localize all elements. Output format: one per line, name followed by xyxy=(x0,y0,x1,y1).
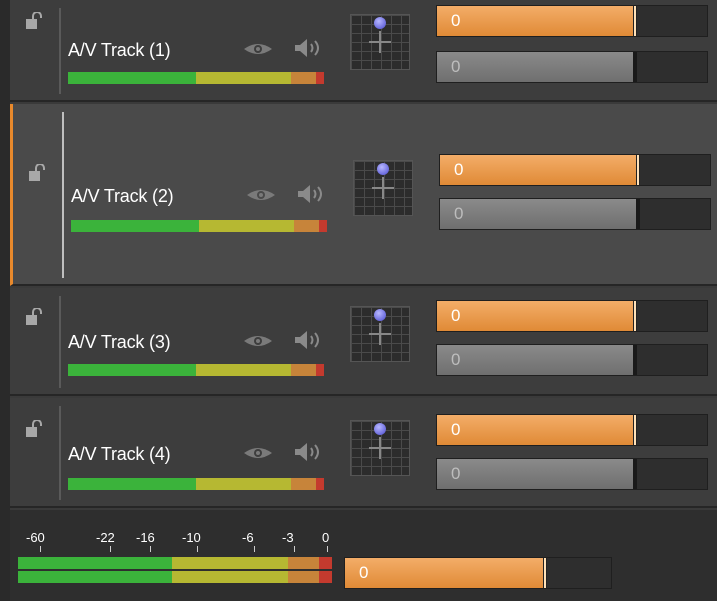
db-scale-label: -10 xyxy=(182,530,201,545)
speaker-icon[interactable] xyxy=(292,441,322,463)
master-level-meter-left xyxy=(18,557,332,569)
opacity-slider[interactable]: 0 xyxy=(436,300,708,332)
eye-icon[interactable] xyxy=(242,445,274,461)
pan-grid-icon[interactable] xyxy=(353,160,413,216)
eye-icon[interactable] xyxy=(245,187,277,203)
db-scale-label: 0 xyxy=(322,530,330,545)
opacity-slider[interactable]: 0 xyxy=(436,414,708,446)
volume-slider[interactable]: 0 xyxy=(436,458,708,490)
divider xyxy=(59,296,61,388)
eye-icon[interactable] xyxy=(242,333,274,349)
volume-value[interactable]: 0 xyxy=(454,204,463,224)
db-scale-label: -6 xyxy=(242,530,254,545)
db-tick xyxy=(150,546,151,552)
audio-level-meter xyxy=(71,220,327,232)
volume-value[interactable]: 0 xyxy=(451,350,460,370)
track-row[interactable]: A/V Track (3) 0 0 xyxy=(10,288,717,396)
track-row[interactable]: A/V Track (4) 0 0 xyxy=(10,398,717,508)
lock-open-icon[interactable] xyxy=(27,164,47,182)
pan-grid-icon[interactable] xyxy=(350,306,410,362)
lock-open-icon[interactable] xyxy=(24,420,44,438)
db-scale-label: -22 xyxy=(96,530,115,545)
volume-slider[interactable]: 0 xyxy=(436,51,708,83)
track-row-selected[interactable]: A/V Track (2) 0 0 xyxy=(10,104,717,286)
speaker-icon[interactable] xyxy=(292,329,322,351)
speaker-icon[interactable] xyxy=(295,183,325,205)
db-scale-label: -3 xyxy=(282,530,294,545)
lock-open-icon[interactable] xyxy=(24,308,44,326)
volume-value[interactable]: 0 xyxy=(451,464,460,484)
speaker-icon[interactable] xyxy=(292,37,322,59)
volume-value[interactable]: 0 xyxy=(451,57,460,77)
track-name[interactable]: A/V Track (3) xyxy=(68,332,171,353)
divider xyxy=(59,406,61,500)
pan-grid-icon[interactable] xyxy=(350,14,410,70)
opacity-value[interactable]: 0 xyxy=(451,306,460,326)
db-tick xyxy=(40,546,41,552)
master-volume-value[interactable]: 0 xyxy=(359,563,368,583)
opacity-value[interactable]: 0 xyxy=(454,160,463,180)
master-level-meter-right xyxy=(18,571,332,583)
opacity-value[interactable]: 0 xyxy=(451,11,460,31)
track-name[interactable]: A/V Track (1) xyxy=(68,40,171,61)
divider xyxy=(59,8,61,94)
lock-open-icon[interactable] xyxy=(24,12,44,30)
audio-level-meter xyxy=(68,72,324,84)
db-tick xyxy=(254,546,255,552)
volume-slider[interactable]: 0 xyxy=(436,344,708,376)
divider xyxy=(62,112,64,278)
track-name[interactable]: A/V Track (4) xyxy=(68,444,171,465)
track-row[interactable]: A/V Track (1) 0 0 xyxy=(10,0,717,102)
db-scale-label: -16 xyxy=(136,530,155,545)
db-tick xyxy=(110,546,111,552)
track-name[interactable]: A/V Track (2) xyxy=(71,186,174,207)
audio-level-meter xyxy=(68,478,324,490)
audio-level-meter xyxy=(68,364,324,376)
db-scale-label: -60 xyxy=(26,530,45,545)
db-tick xyxy=(327,546,328,552)
pan-grid-icon[interactable] xyxy=(350,420,410,476)
master-volume-slider[interactable]: 0 xyxy=(344,557,612,589)
db-tick xyxy=(294,546,295,552)
opacity-slider[interactable]: 0 xyxy=(439,154,711,186)
db-tick xyxy=(197,546,198,552)
opacity-value[interactable]: 0 xyxy=(451,420,460,440)
opacity-slider[interactable]: 0 xyxy=(436,5,708,37)
eye-icon[interactable] xyxy=(242,41,274,57)
volume-slider[interactable]: 0 xyxy=(439,198,711,230)
